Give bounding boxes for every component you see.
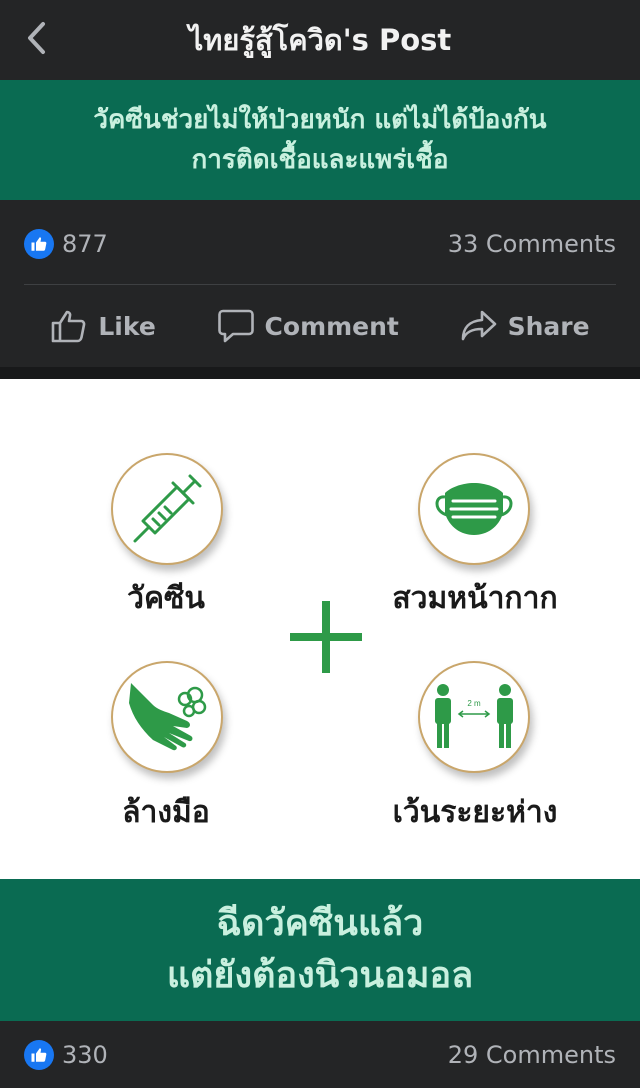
thumbs-up-icon — [52, 310, 86, 343]
post-action-bar: Like Comment Share — [0, 285, 640, 367]
like-count-2: 330 — [62, 1040, 108, 1069]
like-count: 877 — [62, 230, 108, 258]
reaction-summary-2[interactable]: 330 — [24, 1039, 108, 1070]
image-stats: 330 29 Comments — [0, 1021, 640, 1088]
page-title: ไทยรู้สู้โควิด's Post — [188, 23, 452, 57]
reaction-summary[interactable]: 877 — [24, 229, 108, 259]
share-label: Share — [507, 311, 590, 341]
share-button[interactable]: Share — [460, 308, 590, 344]
handwash-circle — [111, 661, 223, 773]
post-image[interactable]: วัคซีน สวมหน้ากาก ล้างมือ 2 m เว้นระยะห่… — [0, 379, 640, 879]
comment-button[interactable]: Comment — [217, 308, 399, 344]
comment-count-2[interactable]: 29 Comments — [448, 1041, 616, 1069]
like-button[interactable]: Like — [50, 308, 156, 344]
caption-line-2: แต่ยังต้องนิวนอมอล — [166, 955, 474, 996]
vaccine-circle — [111, 453, 223, 565]
top-bar: ไทยรู้สู้โควิด's Post — [0, 0, 640, 80]
handwash-label: ล้างมือ — [122, 795, 210, 830]
hand-wash-icon — [129, 683, 207, 751]
plus-icon — [290, 601, 362, 673]
caption-line-1: ฉีดวัคซีนแล้ว — [216, 903, 424, 944]
headline-line-1: วัคซีนช่วยไม่ให้ป่วยหนัก แต่ไม่ได้ป้องกั… — [93, 105, 547, 135]
face-mask-icon — [435, 483, 513, 535]
post-headline-banner: วัคซีนช่วยไม่ให้ป่วยหนัก แต่ไม่ได้ป้องกั… — [0, 80, 640, 200]
section-gap — [0, 367, 640, 379]
image-caption-banner: ฉีดวัคซีนแล้ว แต่ยังต้องนิวนอมอล — [0, 879, 640, 1021]
distancing-circle: 2 m — [418, 661, 530, 773]
share-arrow-icon — [461, 310, 496, 341]
like-label: Like — [98, 311, 156, 341]
mask-label: สวมหน้ากาก — [392, 581, 558, 616]
syringe-icon — [133, 474, 202, 543]
headline-line-2: การติดเชื้อและแพร่เชื้อ — [191, 145, 449, 175]
distance-label: 2 m — [467, 699, 481, 708]
distancing-label: เว้นระยะห่าง — [392, 795, 558, 830]
like-reaction-icon — [24, 229, 54, 259]
vaccine-label: วัคซีน — [127, 581, 205, 616]
back-button[interactable] — [18, 18, 54, 58]
post-stats: 877 33 Comments — [0, 203, 640, 285]
distancing-icon: 2 m — [435, 684, 513, 748]
mask-circle — [418, 453, 530, 565]
comment-count[interactable]: 33 Comments — [448, 230, 616, 258]
chevron-left-icon — [28, 22, 45, 54]
like-reaction-icon-2 — [24, 1039, 54, 1070]
speech-bubble-icon — [217, 309, 254, 343]
comment-label: Comment — [264, 311, 399, 341]
